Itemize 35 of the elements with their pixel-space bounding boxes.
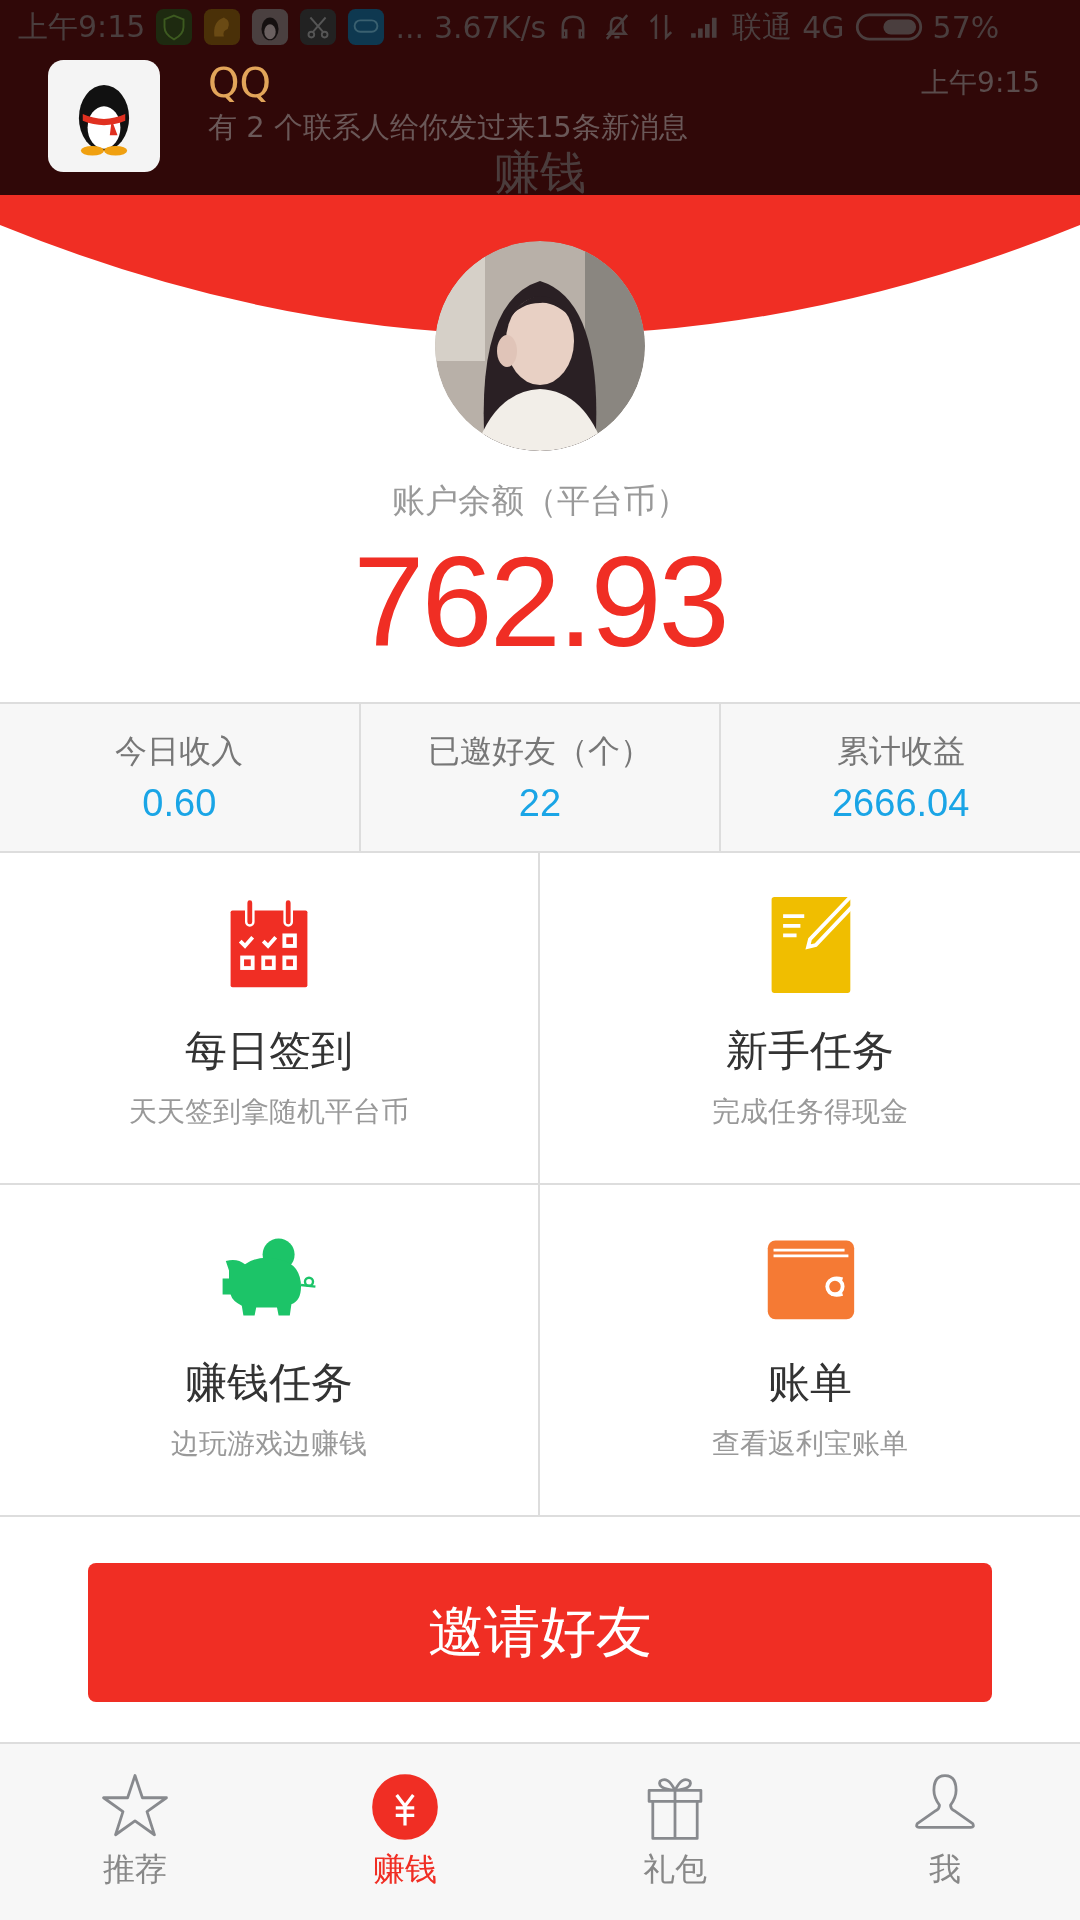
stat-label: 累计收益 [836,731,965,772]
feature-tile[interactable]: 赚钱任务 边玩游戏边赚钱 [0,1185,540,1517]
shield-icon [155,8,194,46]
stat-value: 2666.04 [832,782,970,825]
balance-amount: 762.93 [353,532,727,673]
stat-value: 22 [518,782,562,825]
tab[interactable]: 赚钱 [270,1744,540,1920]
feature-tile[interactable]: 每日签到 天天签到拿随机平台币 [0,853,540,1185]
stat-value: 0.60 [142,782,217,825]
tab[interactable]: 礼包 [540,1744,810,1920]
feature-title: 每日签到 [185,1025,353,1077]
gamepad-icon [347,8,386,46]
feature-tile[interactable]: 新手任务 完成任务得现金 [540,853,1080,1185]
battery-icon [854,13,923,41]
feature-title: 赚钱任务 [185,1357,353,1409]
tab[interactable]: 我 [810,1744,1080,1920]
notification-app: QQ [208,60,271,106]
feature-title: 新手任务 [726,1025,894,1077]
feature-subtitle: 天天签到拿随机平台币 [129,1094,409,1130]
feature-subtitle: 边玩游戏边赚钱 [171,1426,367,1462]
stat-label: 今日收入 [115,731,244,772]
feature-subtitle: 完成任务得现金 [712,1094,908,1130]
penguin-icon[interactable] [48,60,160,172]
feature-title: 账单 [768,1357,852,1409]
more-notifications: ... [395,9,424,45]
balance-label: 账户余额（平台币） [391,480,689,522]
stat-label: 已邀好友（个） [428,731,652,772]
penguin-icon [251,8,290,46]
notification-message: 有 2 个联系人给你发过来15条新消息 [208,109,688,146]
notification-time: 上午9:15 [921,65,1040,101]
feature-subtitle: 查看返利宝账单 [712,1426,908,1462]
feature-tile[interactable]: 账单 查看返利宝账单 [540,1185,1080,1517]
invite-button[interactable]: 邀请好友 [88,1563,992,1702]
scissors-icon [299,8,338,46]
tab[interactable]: 推荐 [0,1744,270,1920]
